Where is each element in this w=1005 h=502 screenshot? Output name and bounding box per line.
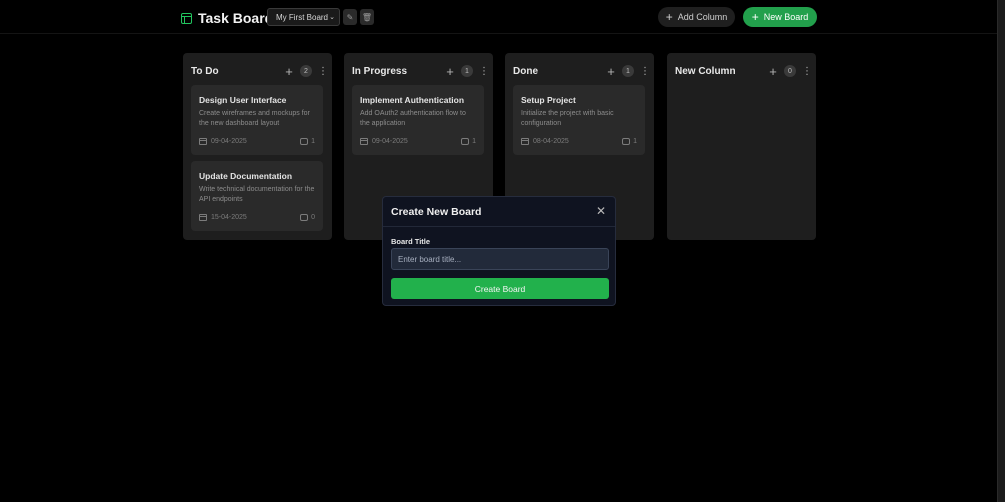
task-card[interactable]: Update Documentation Write technical doc… — [191, 161, 323, 231]
comment-count: 0 — [311, 214, 315, 221]
add-card-button[interactable]: + — [604, 64, 618, 79]
comment-icon — [300, 138, 309, 145]
card-footer: 09-04-2025 1 — [360, 138, 476, 145]
create-board-button[interactable]: Create Board — [391, 278, 609, 299]
column-header: To Do + 2 ⋮ — [191, 64, 328, 79]
card-footer: 15-04-2025 0 — [199, 214, 315, 221]
modal-header: Create New Board ✕ — [383, 197, 615, 227]
card-date: 09-04-2025 — [372, 138, 408, 145]
calendar-icon — [199, 214, 207, 221]
add-card-button[interactable]: + — [766, 64, 780, 79]
chevron-down-icon: ⌄ — [329, 14, 335, 21]
more-vertical-icon[interactable]: ⋮ — [318, 66, 328, 77]
delete-board-button[interactable]: 🗑 — [360, 9, 374, 25]
comment-count: 1 — [472, 138, 476, 145]
plus-icon: + — [665, 10, 673, 24]
comment-icon — [300, 214, 309, 221]
calendar-icon — [360, 138, 368, 145]
edit-board-button[interactable]: ✎ — [343, 9, 357, 25]
more-vertical-icon[interactable]: ⋮ — [802, 66, 812, 77]
card-title: Design User Interface — [199, 95, 287, 105]
comment-icon — [622, 138, 631, 145]
top-bar: Task Board My First Board ⌄ ✎ 🗑 + Add Co… — [0, 0, 997, 34]
column-header: Done + 1 ⋮ — [513, 64, 650, 79]
board-select-value: My First Board — [276, 12, 329, 22]
more-vertical-icon[interactable]: ⋮ — [640, 66, 650, 77]
pencil-icon: ✎ — [346, 12, 354, 22]
task-card[interactable]: Implement Authentication Add OAuth2 auth… — [352, 85, 484, 155]
card-footer: 09-04-2025 1 — [199, 138, 315, 145]
card-description: Add OAuth2 authentication flow to the ap… — [360, 110, 466, 127]
column-header: In Progress + 1 ⋮ — [352, 64, 489, 79]
add-column-button[interactable]: + Add Column — [658, 7, 735, 27]
board-select[interactable]: My First Board ⌄ — [267, 8, 340, 26]
card-count-badge: 0 — [784, 65, 796, 77]
plus-icon: + — [751, 10, 759, 24]
task-card[interactable]: Setup Project Initialize the project wit… — [513, 85, 645, 155]
add-card-button[interactable]: + — [282, 64, 296, 79]
column-title: In Progress — [352, 65, 408, 77]
card-count-badge: 1 — [461, 65, 473, 77]
card-title: Setup Project — [521, 95, 576, 105]
card-title: Implement Authentication — [360, 95, 465, 105]
layout-icon — [181, 12, 192, 24]
column-to-do: To Do + 2 ⋮ Design User Interface Create… — [183, 53, 332, 240]
app-title: Task Board — [198, 10, 274, 26]
create-board-modal: Create New Board ✕ Board Title Create Bo… — [382, 196, 616, 306]
task-card[interactable]: Design User Interface Create wireframes … — [191, 85, 323, 155]
app-brand: Task Board — [181, 10, 273, 26]
board-title-input[interactable] — [391, 248, 609, 270]
column-new-column: New Column + 0 ⋮ — [667, 53, 816, 240]
calendar-icon — [521, 138, 529, 145]
card-description: Write technical documentation for the AP… — [199, 186, 315, 203]
trash-icon: 🗑 — [361, 12, 373, 22]
card-count-badge: 2 — [300, 65, 312, 77]
card-date: 15-04-2025 — [211, 214, 247, 221]
more-vertical-icon[interactable]: ⋮ — [479, 66, 489, 77]
card-footer: 08-04-2025 1 — [521, 138, 637, 145]
comment-icon — [461, 138, 470, 145]
column-title: To Do — [191, 65, 219, 77]
add-card-button[interactable]: + — [443, 64, 457, 79]
column-header: New Column + 0 ⋮ — [675, 64, 812, 79]
new-board-button[interactable]: + New Board — [743, 7, 817, 27]
new-board-label: New Board — [763, 12, 809, 22]
page-scrollbar[interactable] — [997, 0, 1005, 502]
close-icon[interactable]: ✕ — [596, 204, 606, 218]
comment-count: 1 — [311, 138, 315, 145]
board-title-label: Board Title — [391, 237, 431, 246]
calendar-icon — [199, 138, 207, 145]
card-title: Update Documentation — [199, 171, 293, 181]
card-date: 08-04-2025 — [533, 138, 569, 145]
column-title: Done — [513, 65, 538, 77]
add-column-label: Add Column — [677, 12, 728, 22]
card-description: Initialize the project with basic config… — [521, 110, 614, 127]
comment-count: 1 — [633, 138, 637, 145]
column-title: New Column — [675, 65, 736, 77]
card-date: 09-04-2025 — [211, 138, 247, 145]
modal-title: Create New Board — [391, 206, 482, 218]
card-description: Create wireframes and mockups for the ne… — [199, 110, 310, 127]
card-count-badge: 1 — [622, 65, 634, 77]
